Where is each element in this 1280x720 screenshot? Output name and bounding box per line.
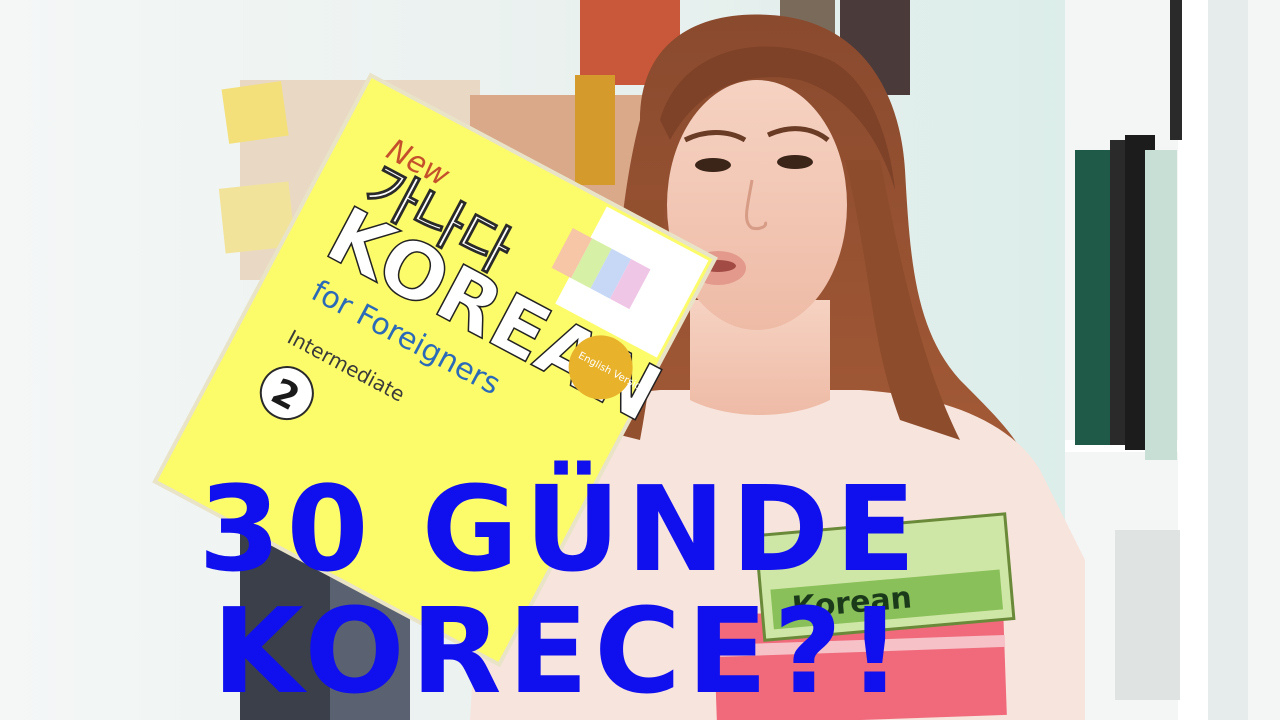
sticky-note (221, 81, 289, 144)
shelf-book (1145, 150, 1177, 460)
overlay-title-line1: 30 GÜNDE (198, 460, 922, 598)
overlay-title-line2: KORECE?! (212, 582, 908, 720)
shelf-item (1115, 530, 1180, 700)
